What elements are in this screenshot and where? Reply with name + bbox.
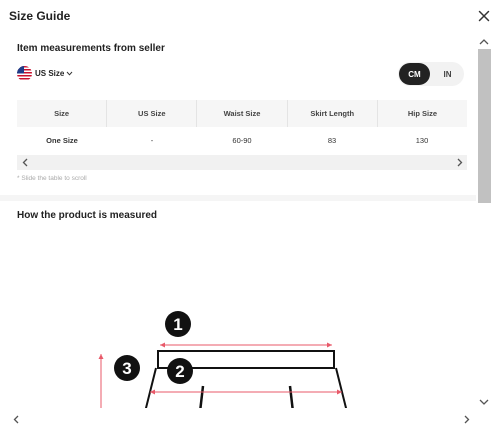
vertical-scrollbar[interactable] xyxy=(476,34,492,408)
marker-2: 2 xyxy=(167,358,193,384)
marker-1-label: 1 xyxy=(173,315,182,334)
marker-2-label: 2 xyxy=(175,362,184,381)
close-icon[interactable] xyxy=(476,8,492,24)
hip-arrow xyxy=(150,389,342,395)
dialog-header: Size Guide xyxy=(0,0,502,34)
scroll-down-icon[interactable] xyxy=(479,398,489,406)
marker-3-label: 3 xyxy=(122,359,131,378)
horizontal-scrollbar[interactable] xyxy=(0,411,476,428)
scroll-right-icon[interactable] xyxy=(462,415,471,424)
measurement-diagram: 1 2 3 xyxy=(98,311,348,408)
marker-1: 1 xyxy=(165,311,191,337)
scroll-up-icon[interactable] xyxy=(479,38,489,46)
length-arrow xyxy=(98,354,104,408)
marker-3: 3 xyxy=(114,355,140,381)
vertical-scroll-thumb[interactable] xyxy=(478,49,491,203)
dialog-content[interactable]: Item measurements from seller US Size CM… xyxy=(0,34,476,408)
dialog-title: Size Guide xyxy=(9,9,71,23)
waist-arrow xyxy=(160,342,332,348)
scroll-left-icon[interactable] xyxy=(12,415,21,424)
